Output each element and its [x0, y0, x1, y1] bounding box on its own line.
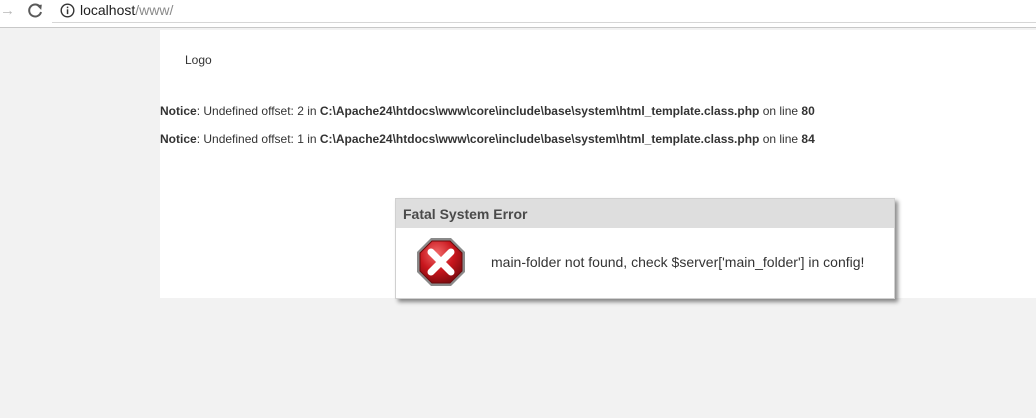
notice-message: : Undefined offset: 2 in	[196, 104, 320, 118]
url-host: localhost	[80, 2, 136, 18]
error-message: main-folder not found, check $server['ma…	[491, 254, 865, 270]
forward-arrow-icon[interactable]: →	[0, 2, 16, 20]
address-bar[interactable]: localhost/www/	[52, 0, 1036, 23]
url-path: /www/	[135, 2, 174, 18]
notice-line-number: 84	[801, 132, 815, 146]
php-notice: Notice: Undefined offset: 2 in C:\Apache…	[160, 104, 815, 118]
notice-line-number: 80	[801, 104, 815, 118]
notice-line-label: on line	[759, 132, 802, 146]
error-x-icon	[415, 236, 467, 288]
url-text: localhost/www/	[80, 2, 173, 19]
reload-icon[interactable]	[26, 2, 44, 20]
info-icon[interactable]	[60, 3, 75, 18]
fatal-error-dialog: Fatal System Error main-folder not found…	[395, 198, 895, 299]
dialog-header: Fatal System Error	[396, 199, 894, 228]
notice-label: Notice	[160, 132, 197, 146]
logo-text: Logo	[185, 53, 212, 67]
notice-file: C:\Apache24\htdocs\www\core\include\base…	[319, 132, 760, 146]
notice-label: Notice	[160, 104, 197, 118]
notice-line-label: on line	[759, 104, 802, 118]
notice-file: C:\Apache24\htdocs\www\core\include\base…	[319, 104, 760, 118]
dialog-title: Fatal System Error	[403, 206, 528, 222]
php-notice: Notice: Undefined offset: 1 in C:\Apache…	[160, 132, 815, 146]
browser-toolbar: → localhost/www/	[0, 0, 1036, 28]
notice-message: : Undefined offset: 1 in	[196, 132, 320, 146]
